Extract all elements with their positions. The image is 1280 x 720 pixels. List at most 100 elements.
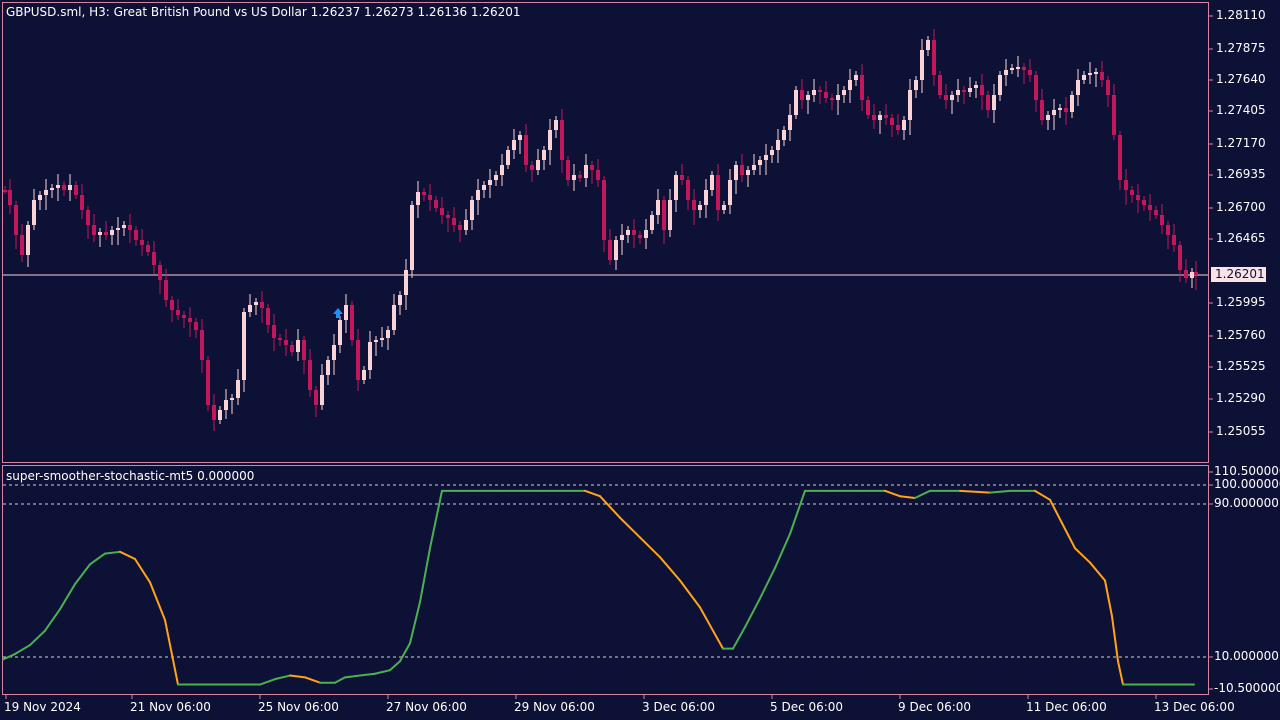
oscillator-segment — [29, 629, 46, 647]
bear-candle — [140, 240, 144, 245]
bull-candle — [572, 175, 576, 180]
time-axis-label: 29 Nov 06:00 — [514, 700, 595, 714]
bull-candle — [656, 200, 660, 215]
bull-candle — [482, 185, 486, 190]
oscillator-segment — [14, 644, 31, 656]
oscillator-segment — [259, 678, 276, 686]
bear-candle — [440, 208, 444, 215]
bear-candle — [428, 195, 432, 200]
bull-candle — [734, 165, 738, 180]
bull-candle — [782, 130, 786, 140]
oscillator-segment — [744, 597, 761, 629]
oscillator-segment — [1089, 561, 1106, 582]
time-axis-label: 5 Dec 06:00 — [770, 700, 844, 714]
price-axis-label: 1.26465 — [1216, 231, 1266, 245]
bear-candle — [932, 40, 936, 75]
bear-candle — [1124, 180, 1128, 190]
bull-candle — [122, 225, 126, 228]
bear-candle — [818, 90, 822, 92]
oscillator-segment — [419, 547, 431, 604]
bear-candle — [578, 175, 582, 178]
oscillator-segment — [134, 557, 151, 584]
bear-candle — [530, 165, 534, 170]
bear-candle — [608, 240, 612, 260]
bull-candle — [746, 170, 750, 175]
oscillator-segment — [119, 550, 136, 560]
bull-candle — [626, 230, 630, 235]
bull-candle — [488, 180, 492, 185]
time-axis-label: 19 Nov 2024 — [4, 700, 81, 714]
oscillator-segment — [149, 581, 166, 621]
bull-candle — [32, 200, 36, 225]
bear-candle — [1142, 200, 1146, 205]
price-axis-label: 1.27405 — [1216, 103, 1266, 117]
bear-candle — [290, 345, 294, 352]
oscillator-segment — [1104, 579, 1113, 618]
bull-candle — [794, 90, 798, 115]
bull-candle — [296, 340, 300, 352]
bear-candle — [146, 245, 150, 252]
bear-candle — [1148, 205, 1152, 210]
bull-candle — [26, 225, 30, 255]
oscillator-segment — [759, 566, 776, 600]
bull-candle — [56, 185, 60, 188]
bull-candle — [218, 410, 222, 420]
bull-candle — [752, 165, 756, 170]
bull-candle — [248, 305, 252, 312]
bull-candle — [758, 160, 762, 165]
bear-candle — [590, 165, 594, 170]
bull-candle — [710, 175, 714, 190]
bear-candle — [194, 322, 198, 330]
oscillator-segment — [304, 676, 321, 684]
bull-candle — [68, 185, 72, 190]
bull-candle — [614, 240, 618, 260]
bull-candle — [362, 370, 366, 380]
bear-candle — [938, 75, 942, 95]
bull-candle — [1010, 68, 1014, 70]
bull-candle — [392, 305, 396, 330]
bear-candle — [458, 225, 462, 230]
bear-candle — [1028, 70, 1032, 75]
bear-candle — [14, 205, 18, 235]
price-axis-label: 1.25995 — [1216, 295, 1266, 309]
bull-candle — [1190, 272, 1194, 278]
bear-candle — [164, 280, 168, 300]
bear-candle — [1178, 245, 1182, 270]
bear-candle — [62, 185, 66, 190]
bear-candle — [1022, 67, 1026, 70]
bear-candle — [278, 338, 282, 340]
bull-candle — [368, 342, 372, 370]
bull-candle — [770, 150, 774, 155]
bear-candle — [1160, 215, 1164, 225]
bull-candle — [1016, 67, 1020, 69]
bear-candle — [560, 120, 564, 160]
bull-candle — [998, 75, 1002, 95]
price-axis-label: 1.27640 — [1216, 72, 1266, 86]
bull-candle — [326, 360, 330, 375]
bear-candle — [80, 195, 84, 210]
oscillator-segment — [344, 674, 361, 679]
oscillator-segment — [1034, 489, 1051, 501]
chart-title: GBPUSD.sml, H3: Great British Pound vs U… — [6, 5, 521, 19]
bull-candle — [848, 80, 852, 90]
bear-candle — [176, 310, 180, 315]
oscillator-segment — [429, 489, 443, 550]
bear-candle — [1040, 100, 1044, 120]
bull-candle — [914, 80, 918, 90]
oscillator-segment — [389, 660, 401, 672]
oscillator-segment — [1074, 547, 1091, 564]
oscillator-segment — [989, 489, 1011, 494]
bear-candle — [104, 232, 108, 235]
indicator-axis-label: 110.500000 — [1214, 464, 1280, 478]
indicator-title: super-smoother-stochastic-mt5 0.000000 — [6, 469, 255, 483]
bull-candle — [398, 295, 402, 305]
bear-candle — [434, 200, 438, 208]
time-axis-label: 3 Dec 06:00 — [642, 700, 716, 714]
bear-candle — [1154, 210, 1158, 215]
price-axis-label: 1.27170 — [1216, 136, 1266, 150]
bear-candle — [284, 340, 288, 345]
oscillator-segment — [884, 489, 901, 498]
bear-candle — [1136, 195, 1140, 200]
oscillator-segment — [1117, 660, 1124, 686]
bear-candle — [266, 308, 270, 325]
